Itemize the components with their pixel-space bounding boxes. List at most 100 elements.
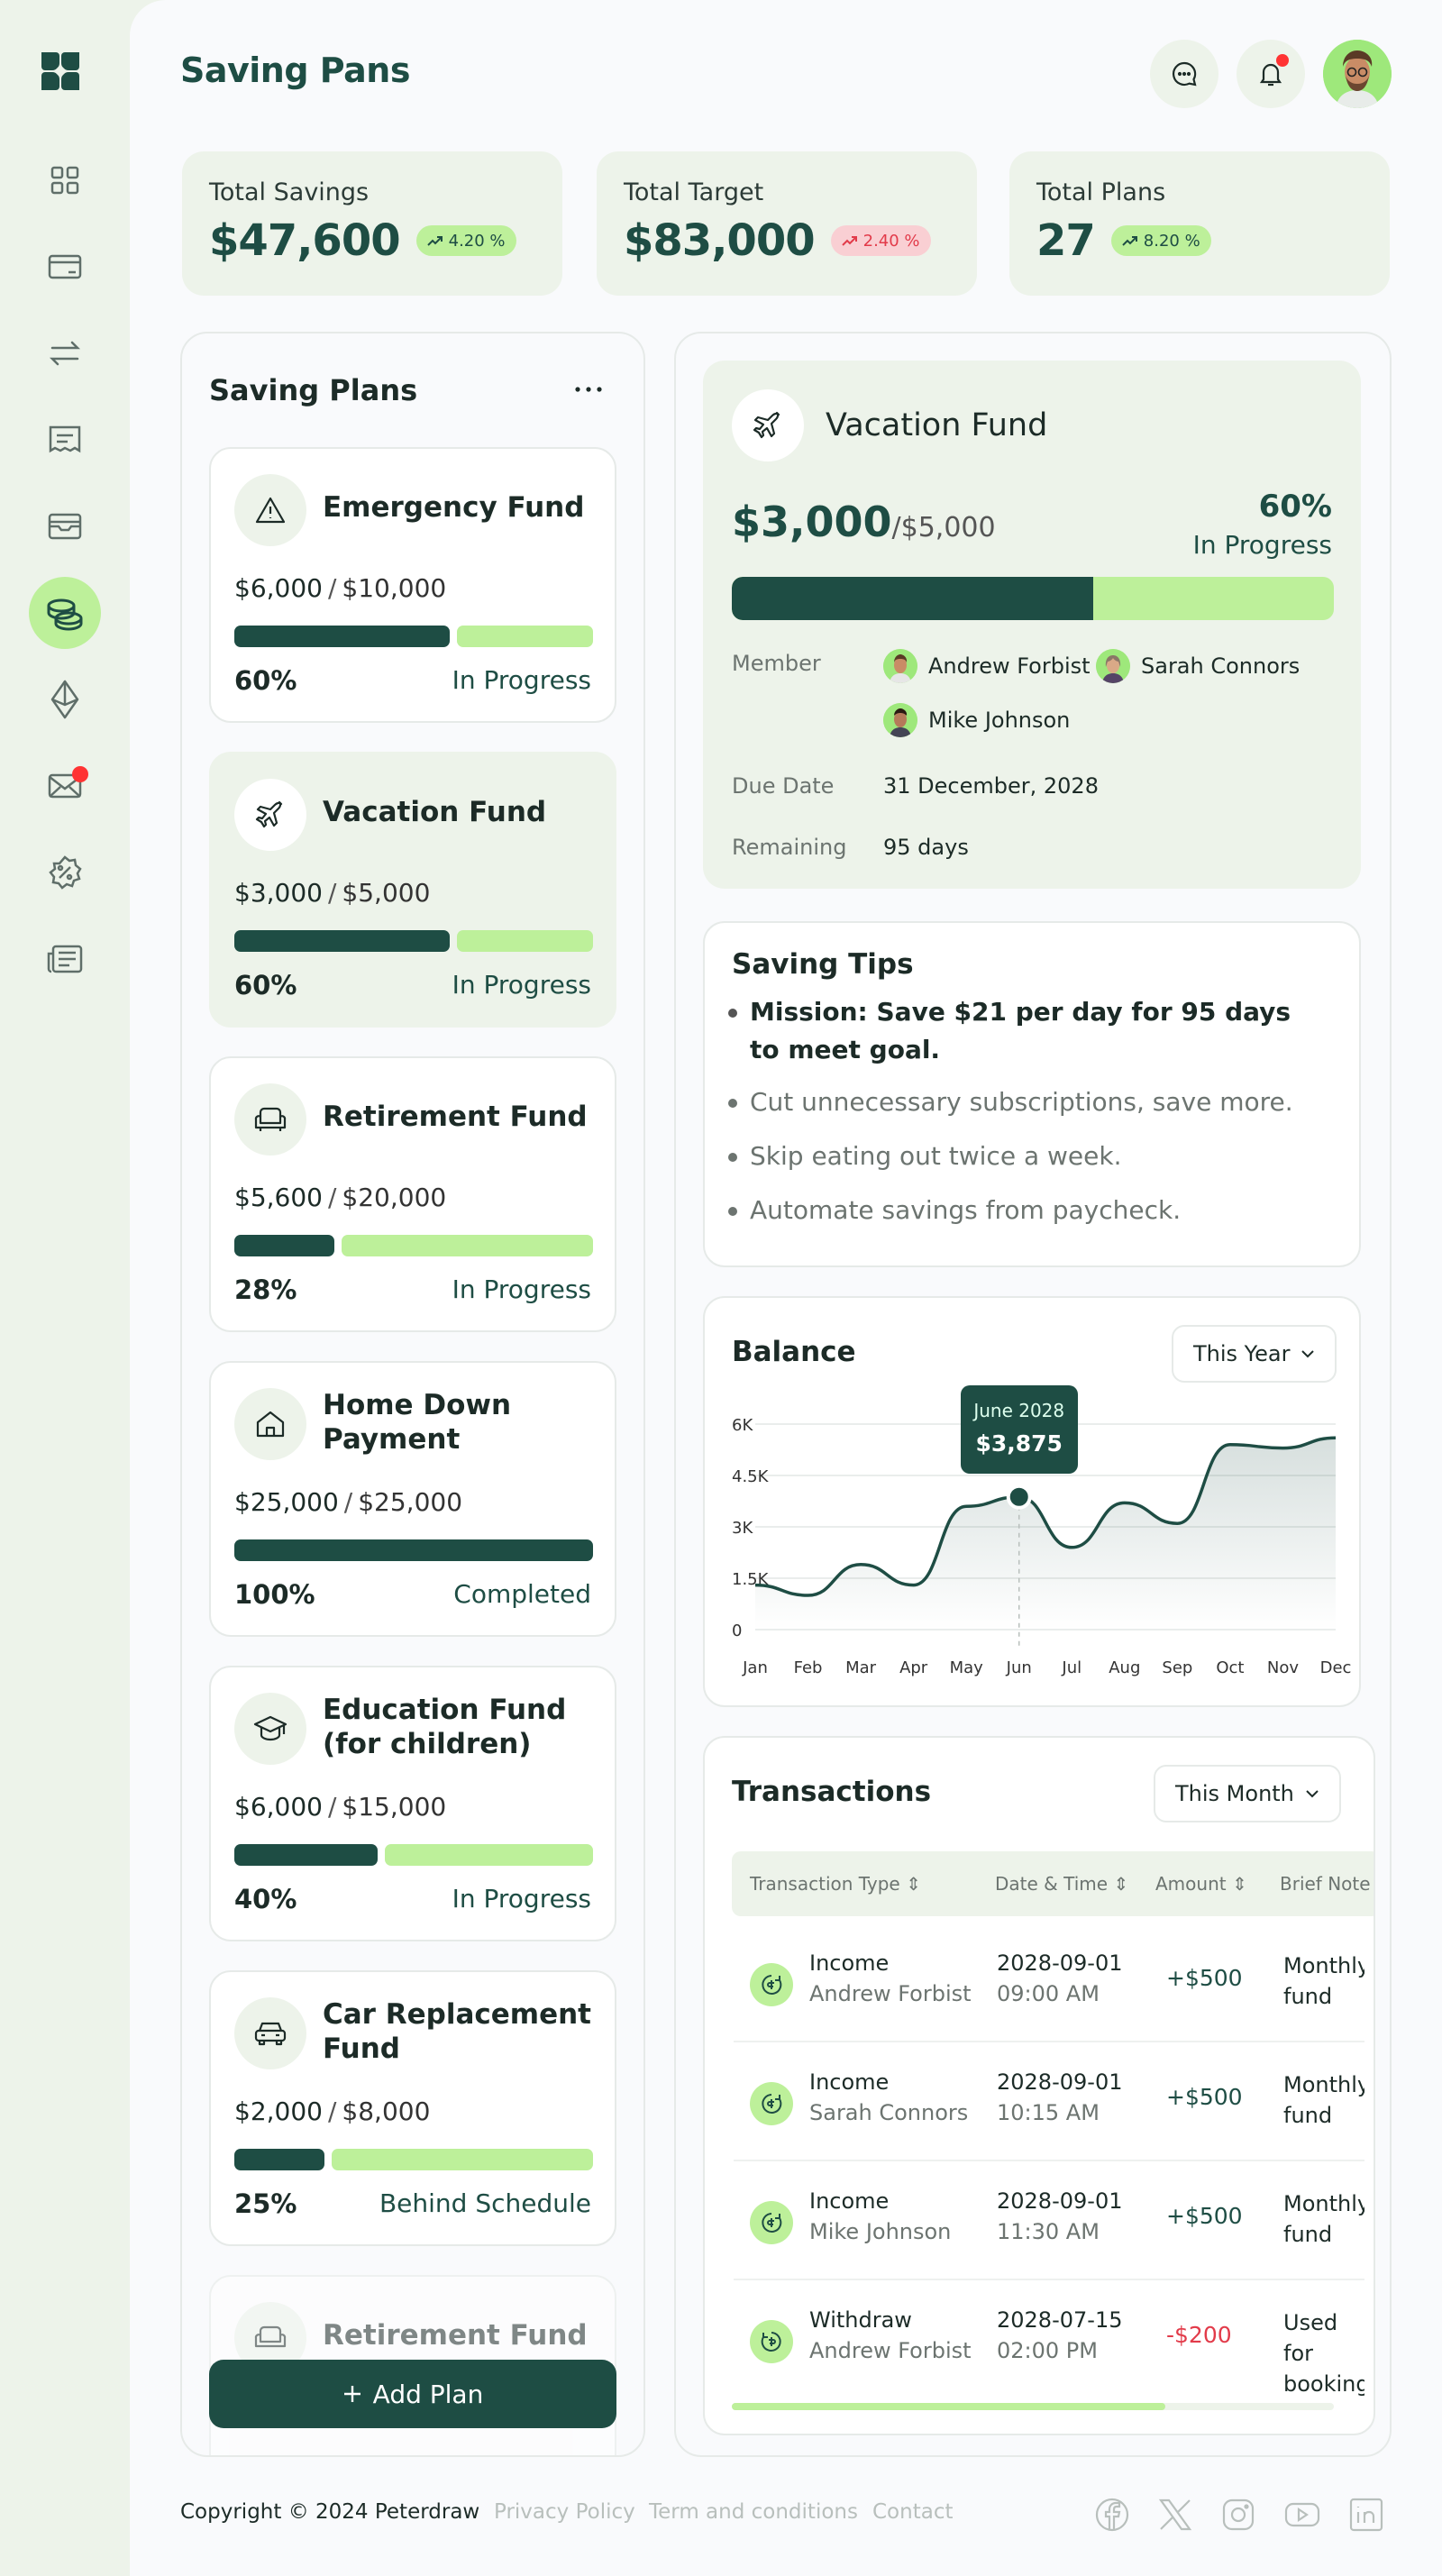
transaction-type: Income xyxy=(809,2188,890,2214)
nav-savings[interactable] xyxy=(29,577,101,649)
facebook-icon[interactable] xyxy=(1094,2497,1130,2533)
highlight-point[interactable] xyxy=(1006,1484,1032,1510)
nav-cards[interactable] xyxy=(29,231,101,303)
home-icon xyxy=(234,1388,306,1460)
table-row[interactable]: Income Andrew Forbist 2028-09-01 09:00 AM +$… xyxy=(734,1923,1364,2042)
x-tick-label: Mar xyxy=(845,1658,877,1677)
nav-promotions[interactable] xyxy=(29,836,101,909)
column-header[interactable]: Amount ⇕ xyxy=(1155,1873,1247,1895)
plan-progress-bar xyxy=(234,1539,593,1561)
table-row[interactable]: Withdraw Andrew Forbist 2028-07-15 02:00 PM… xyxy=(734,2280,1364,2399)
nav-news[interactable] xyxy=(29,923,101,995)
transaction-date: 2028-09-01 xyxy=(997,2069,1123,2095)
transaction-time: 09:00 AM xyxy=(997,1981,1100,2006)
x-icon[interactable] xyxy=(1157,2497,1193,2533)
transaction-type: Income xyxy=(809,2069,890,2095)
crypto-icon xyxy=(49,680,81,719)
plan-card-selected[interactable]: Vacation Fund $3,000/$5,000 60% In Progr… xyxy=(209,752,616,1028)
x-tick-label: Apr xyxy=(899,1658,928,1677)
nav-mail[interactable] xyxy=(29,750,101,822)
chevron-down-icon xyxy=(1301,1349,1315,1358)
tooltip-month: June 2028 xyxy=(973,1399,1065,1421)
nav-transfer[interactable] xyxy=(29,317,101,389)
chat-button[interactable] xyxy=(1150,40,1218,108)
detail-target: /$5,000 xyxy=(891,512,996,544)
plan-percent: 28% xyxy=(234,1274,297,1305)
transaction-time: 02:00 PM xyxy=(997,2338,1098,2363)
detail-status: In Progress xyxy=(1192,530,1332,560)
table-scrollbar[interactable] xyxy=(732,2403,1334,2410)
plan-name: Home Down Payment xyxy=(323,1389,512,1456)
x-tick-label: Nov xyxy=(1267,1658,1299,1677)
graduation-icon xyxy=(234,1693,306,1765)
notifications-button[interactable] xyxy=(1237,40,1305,108)
member-avatar xyxy=(883,649,917,683)
tip-item: Automate savings from paycheck. xyxy=(728,1192,1309,1229)
plane-icon xyxy=(234,779,306,851)
detail-amount: $3,000 /$5,000 xyxy=(732,498,996,546)
instagram-icon[interactable] xyxy=(1220,2497,1256,2533)
sidebar xyxy=(0,0,130,2576)
plan-card[interactable]: Home Down Payment $25,000/$25,000 100% C… xyxy=(209,1361,616,1637)
due-date-label: Due Date xyxy=(732,773,835,799)
column-header[interactable]: Brief Note xyxy=(1280,1873,1371,1895)
logo-icon[interactable] xyxy=(40,50,81,92)
youtube-icon[interactable] xyxy=(1283,2497,1320,2533)
nav-wallet[interactable] xyxy=(29,490,101,562)
member-avatar xyxy=(1096,649,1130,683)
table-row[interactable]: Income Mike Johnson 2028-09-01 11:30 AM +$50… xyxy=(734,2161,1364,2280)
armchair-icon xyxy=(234,1083,306,1156)
plan-card[interactable]: Car Replacement Fund $2,000/$8,000 25% B… xyxy=(209,1970,616,2246)
chat-icon xyxy=(1170,59,1199,88)
warning-icon xyxy=(234,474,306,546)
table-row[interactable]: Income Sarah Connors 2028-09-01 10:15 AM +$5… xyxy=(734,2042,1364,2161)
y-tick-label: 4.5K xyxy=(732,1467,770,1486)
withdraw-icon xyxy=(750,2320,793,2363)
transaction-date: 2028-07-15 xyxy=(997,2307,1123,2333)
plan-progress-bar xyxy=(234,1235,593,1256)
plan-card[interactable]: Retirement Fund $5,600/$20,000 28% In Pr… xyxy=(209,1056,616,1332)
plan-card[interactable]: Education Fund (for children) $6,000/$15… xyxy=(209,1666,616,1941)
column-header[interactable]: Transaction Type ⇕ xyxy=(750,1873,921,1895)
stat-total-plans: Total Plans 27 8.20 % xyxy=(1009,151,1390,296)
balance-title: Balance xyxy=(732,1336,856,1368)
footer-link-terms[interactable]: Term and conditions xyxy=(649,2500,858,2524)
footer-link-contact[interactable]: Contact xyxy=(872,2500,953,2524)
x-tick-label: May xyxy=(950,1658,984,1677)
user-avatar[interactable] xyxy=(1323,40,1392,108)
income-icon xyxy=(750,2082,793,2125)
transaction-note: Monthly fund xyxy=(1283,2191,1364,2247)
transactions-period-select[interactable]: This Month xyxy=(1154,1765,1341,1822)
plan-card[interactable]: Emergency Fund $6,000/$10,000 60% In Pro… xyxy=(209,447,616,723)
footer-copyright: Copyright © 2024 Peterdraw xyxy=(180,2500,480,2524)
column-header[interactable]: Date & Time ⇕ xyxy=(995,1873,1128,1895)
plan-progress-bar xyxy=(234,1844,593,1866)
plan-percent: 60% xyxy=(234,665,297,696)
plan-percent: 40% xyxy=(234,1884,297,1914)
linkedin-icon[interactable] xyxy=(1348,2497,1384,2533)
chart-tooltip: June 2028 $3,875 xyxy=(960,1384,1078,1474)
chevron-down-icon xyxy=(1305,1789,1319,1798)
nav-crypto[interactable] xyxy=(29,663,101,735)
plane-icon xyxy=(732,389,804,461)
due-date-value: 31 December, 2028 xyxy=(883,773,1099,799)
more-icon[interactable] xyxy=(573,379,604,400)
transfer-icon xyxy=(47,337,83,370)
nav-invoices[interactable] xyxy=(29,404,101,476)
plan-status: In Progress xyxy=(452,1274,591,1304)
plan-percent: 100% xyxy=(234,1579,315,1610)
saving-plans-title: Saving Plans xyxy=(209,373,418,407)
transaction-amount: +$500 xyxy=(1166,2084,1243,2110)
x-tick-label: Jun xyxy=(1006,1658,1032,1677)
transaction-type: Income xyxy=(809,1950,890,1976)
notification-dot xyxy=(1276,54,1289,67)
x-tick-label: Sep xyxy=(1162,1658,1192,1677)
add-plan-button[interactable]: Add Plan xyxy=(209,2360,616,2428)
balance-period-select[interactable]: This Year xyxy=(1172,1325,1337,1383)
nav-dashboard[interactable] xyxy=(29,144,101,216)
transaction-date: 2028-09-01 xyxy=(997,1950,1123,1976)
x-tick-label: Aug xyxy=(1109,1658,1140,1677)
transaction-time: 10:15 AM xyxy=(997,2100,1100,2125)
balance-card: Balance This Year 6K 4.5K 3K 1.5K 0 Jan Feb Mar… xyxy=(703,1296,1361,1707)
footer-link-privacy[interactable]: Privacy Policy xyxy=(494,2500,635,2524)
